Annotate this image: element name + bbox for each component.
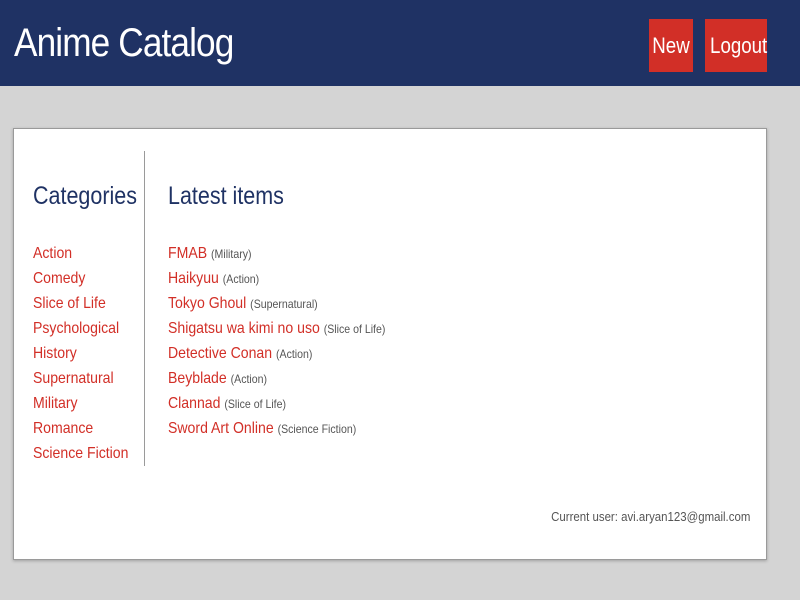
item-link[interactable]: Sword Art Online [168, 416, 274, 441]
list-item: Tokyo Ghoul (Supernatural) [168, 291, 415, 316]
item-link[interactable]: Shigatsu wa kimi no uso [168, 316, 320, 341]
item-link[interactable]: Beyblade [168, 366, 227, 391]
list-item: Clannad (Slice of Life) [168, 391, 415, 416]
item-category: (Action) [276, 347, 313, 361]
category-link-action[interactable]: Action [33, 241, 72, 266]
category-link-science-fiction[interactable]: Science Fiction [33, 441, 128, 466]
item-link[interactable]: Detective Conan [168, 341, 272, 366]
item-link[interactable]: Haikyuu [168, 266, 219, 291]
categories-heading: Categories [33, 182, 137, 210]
list-item: Shigatsu wa kimi no uso (Slice of Life) [168, 316, 415, 341]
list-item: Detective Conan (Action) [168, 341, 415, 366]
category-item: Supernatural [33, 366, 142, 391]
item-category: (Action) [222, 272, 260, 286]
item-category: (Slice of Life) [224, 397, 287, 411]
item-link[interactable]: Clannad [168, 391, 220, 416]
category-item: Slice of Life [33, 291, 142, 316]
app-title[interactable]: Anime Catalog [14, 18, 234, 68]
category-link-history[interactable]: History [33, 341, 77, 366]
new-button[interactable]: New [649, 19, 693, 72]
logout-button[interactable]: Logout [705, 19, 767, 72]
item-category: (Military) [211, 247, 252, 261]
category-link-supernatural[interactable]: Supernatural [33, 366, 114, 391]
item-category: (Action) [230, 372, 268, 386]
category-item: Science Fiction [33, 441, 142, 466]
item-category: (Slice of Life) [323, 322, 386, 336]
list-item: Haikyuu (Action) [168, 266, 415, 291]
category-item: Military [33, 391, 142, 416]
category-link-comedy[interactable]: Comedy [33, 266, 85, 291]
latest-items-heading: Latest items [168, 182, 284, 210]
category-item: History [33, 341, 142, 366]
list-item: FMAB (Military) [168, 241, 415, 266]
latest-items-list: FMAB (Military) Haikyuu (Action) Tokyo G… [168, 241, 415, 441]
category-item: Comedy [33, 266, 142, 291]
category-link-psychological[interactable]: Psychological [33, 316, 119, 341]
logout-button-label: Logout [710, 33, 768, 58]
item-link[interactable]: FMAB [168, 241, 207, 266]
list-item: Beyblade (Action) [168, 366, 415, 391]
list-item: Sword Art Online (Science Fiction) [168, 416, 415, 441]
category-item: Action [33, 241, 142, 266]
category-link-slice-of-life[interactable]: Slice of Life [33, 291, 106, 316]
main-panel: Categories Action Comedy Slice of Life P… [13, 128, 767, 560]
column-divider [144, 151, 145, 466]
item-link[interactable]: Tokyo Ghoul [168, 291, 246, 316]
category-link-romance[interactable]: Romance [33, 416, 93, 441]
item-category: (Supernatural) [250, 297, 318, 311]
new-button-label: New [652, 33, 690, 58]
top-navbar: Anime Catalog New Logout [0, 0, 800, 86]
category-link-military[interactable]: Military [33, 391, 78, 416]
categories-list: Action Comedy Slice of Life Psychologica… [33, 241, 142, 466]
category-item: Psychological [33, 316, 142, 341]
category-item: Romance [33, 416, 142, 441]
current-user-text: Current user: avi.aryan123@gmail.com [550, 509, 750, 524]
item-category: (Science Fiction) [277, 422, 357, 436]
